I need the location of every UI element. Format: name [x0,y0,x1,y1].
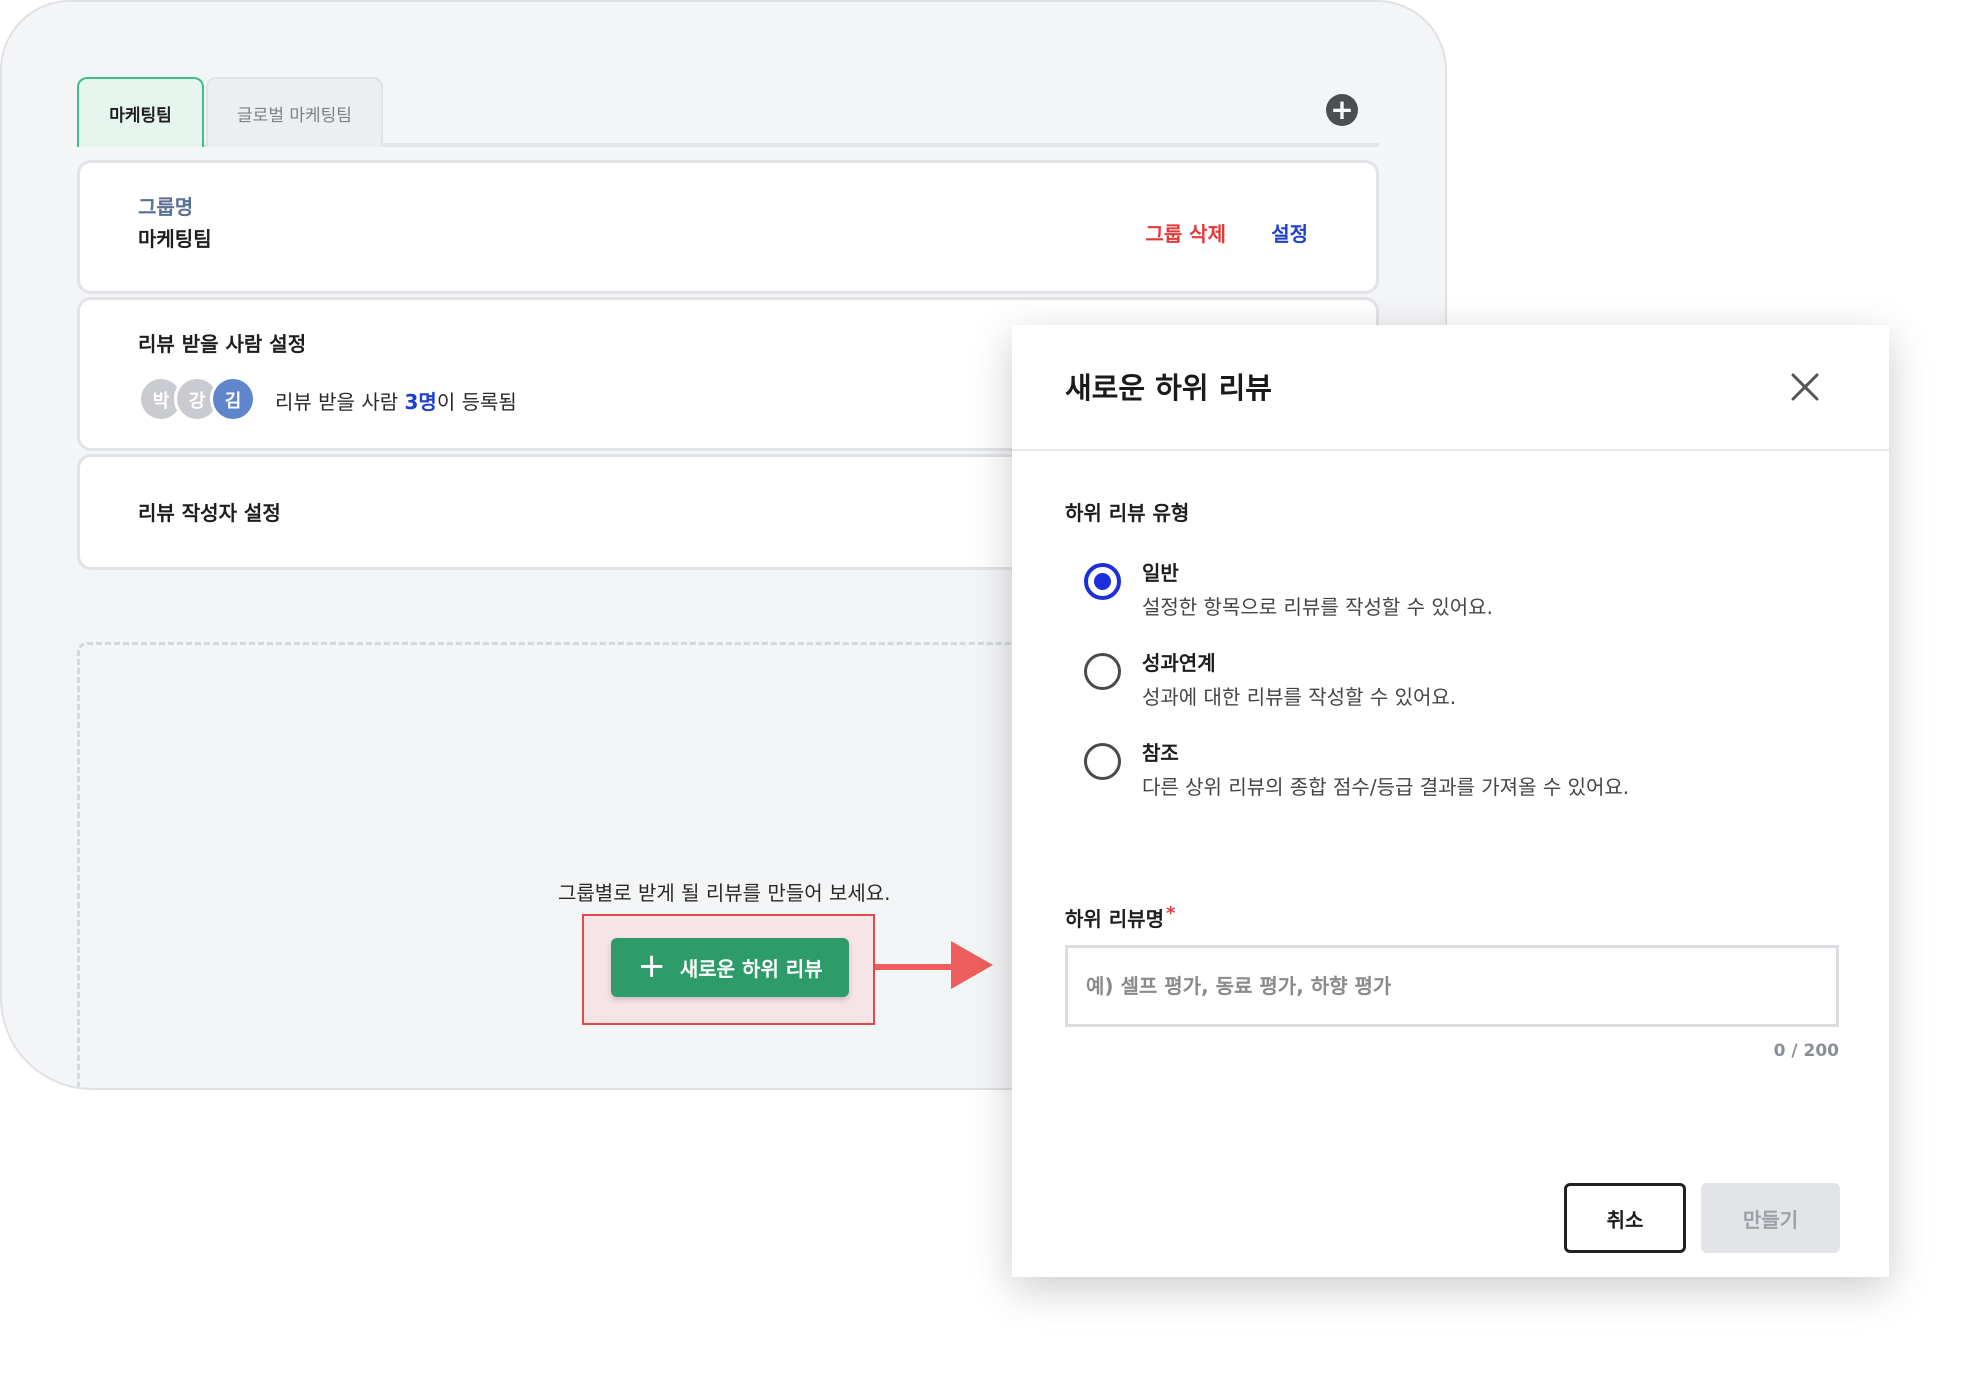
modal-title: 새로운 하위 리뷰 [1065,371,1272,405]
create-button[interactable]: 만들기 [1701,1183,1840,1253]
option-performance-title: 성과연계 [1142,651,1216,675]
sub-review-type-label: 하위 리뷰 유형 [1065,501,1190,525]
option-general-title: 일반 [1142,561,1179,585]
sub-review-name-label: 하위 리뷰명 * [1065,903,1176,931]
option-reference-desc: 다른 상위 리뷰의 종합 점수/등급 결과를 가져올 수 있어요. [1142,775,1630,799]
required-mark: * [1165,903,1176,924]
sub-review-name-input[interactable] [1065,945,1839,1027]
group-name-value: 마케팅팀 [138,227,212,251]
reviewer-settings-title: 리뷰 작성자 설정 [138,501,281,525]
option-performance-desc: 성과에 대한 리뷰를 작성할 수 있어요. [1142,685,1457,709]
reviewee-avatars: 박 강 김 [138,376,268,422]
delete-group-button[interactable]: 그룹 삭제 [1145,218,1226,247]
plus-icon: + [637,946,666,986]
pointer-arrow [875,964,955,970]
group-settings-button[interactable]: 설정 [1271,218,1308,247]
option-reference-title: 참조 [1142,741,1179,765]
radio-reference[interactable] [1084,743,1121,780]
tab-marketing[interactable]: 마케팅팀 [77,77,204,147]
new-sub-review-button-label: 새로운 하위 리뷰 [679,957,823,981]
group-tab-bar: 마케팅팀 글로벌 마케팅팀 [77,77,1379,147]
group-name-label: 그룹명 [138,195,194,219]
pointer-arrow-head [951,941,993,989]
radio-performance[interactable] [1084,653,1121,690]
cancel-button[interactable]: 취소 [1564,1183,1686,1253]
modal-header: 새로운 하위 리뷰 [1012,325,1889,451]
char-count: 0 / 200 [1773,1041,1839,1061]
new-sub-review-button[interactable]: + 새로운 하위 리뷰 [611,938,849,997]
tab-global-marketing[interactable]: 글로벌 마케팅팀 [206,77,383,147]
group-info-card: 그룹명 마케팅팀 그룹 삭제 설정 [77,160,1379,294]
empty-state-message: 그룹별로 받게 될 리뷰를 만들어 보세요. [558,881,891,905]
reviewee-settings-title: 리뷰 받을 사람 설정 [138,332,307,356]
new-sub-review-modal: 새로운 하위 리뷰 하위 리뷰 유형 일반 설정한 항목으로 리뷰를 작성할 수… [1012,325,1889,1277]
option-general-desc: 설정한 항목으로 리뷰를 작성할 수 있어요. [1142,595,1493,619]
close-icon[interactable] [1785,367,1825,407]
radio-general[interactable] [1084,563,1121,600]
reviewee-count-text: 리뷰 받을 사람 3명이 등록됨 [275,390,517,414]
avatar: 김 [210,376,256,422]
reviewee-count: 3명 [404,390,437,414]
add-group-icon[interactable]: + [1326,94,1358,126]
